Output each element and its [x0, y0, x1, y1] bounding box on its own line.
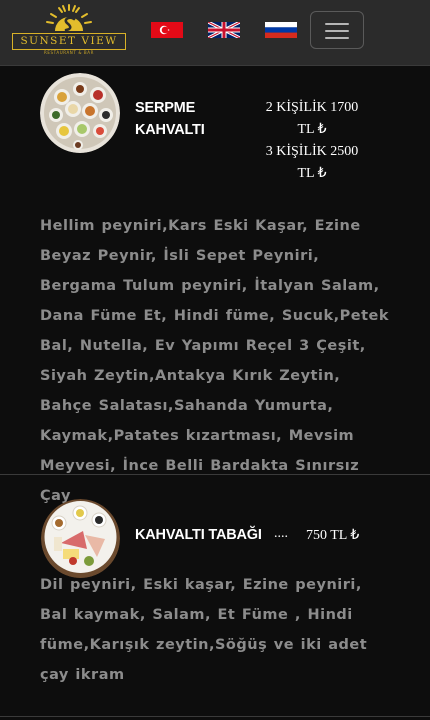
item-price-serpme-kahvalti: 2 KİŞİLİK 1700 TL ₺ 3 KİŞİLİK 2500 TL ₺	[258, 97, 366, 185]
kahvalti-tabagi-photo	[41, 499, 120, 578]
serpme-kahvalti-photo	[40, 73, 120, 153]
sun-logo-icon	[46, 4, 92, 32]
item-name-serpme-kahvalti: SERPME KAHVALTI	[135, 97, 205, 141]
hamburger-icon-line	[325, 37, 349, 39]
item-name-line: SERPME	[135, 100, 196, 116]
russian-flag-icon[interactable]	[265, 22, 297, 38]
item-name-kahvalti-tabagi: KAHVALTI TABAĞI	[135, 527, 262, 543]
uk-flag-icon[interactable]	[208, 22, 240, 38]
price-line: 2 KİŞİLİK 1700	[265, 100, 359, 115]
item-description-serpme-kahvalti: Hellim peyniri,Kars Eski Kaşar, Ezine Be…	[40, 218, 390, 504]
item-divider	[0, 474, 430, 475]
price-line: TL ₺	[297, 166, 327, 181]
turkish-flag-icon[interactable]	[151, 22, 183, 38]
top-navbar: SUNSET VIEW RESTAURANT & BAR	[0, 0, 430, 66]
logo-title: SUNSET VIEW	[12, 33, 126, 50]
sunset-view-logo[interactable]: SUNSET VIEW RESTAURANT & BAR	[10, 3, 128, 55]
price-leader-dots: ....	[274, 526, 288, 541]
item-divider	[0, 716, 430, 717]
hamburger-icon	[325, 23, 349, 25]
menu-toggle-button[interactable]	[310, 11, 364, 49]
price-line: 3 KİŞİLİK 2500	[265, 144, 359, 159]
item-price-kahvalti-tabagi: 750 TL ₺	[306, 528, 360, 543]
logo-subtitle: RESTAURANT & BAR	[44, 50, 94, 55]
price-line: TL ₺	[297, 122, 327, 137]
hamburger-icon-line	[325, 30, 349, 32]
item-description-kahvalti-tabagi: Dil peyniri, Eski kaşar, Ezine peyniri, …	[40, 577, 368, 683]
item-name-line: KAHVALTI	[135, 122, 205, 138]
